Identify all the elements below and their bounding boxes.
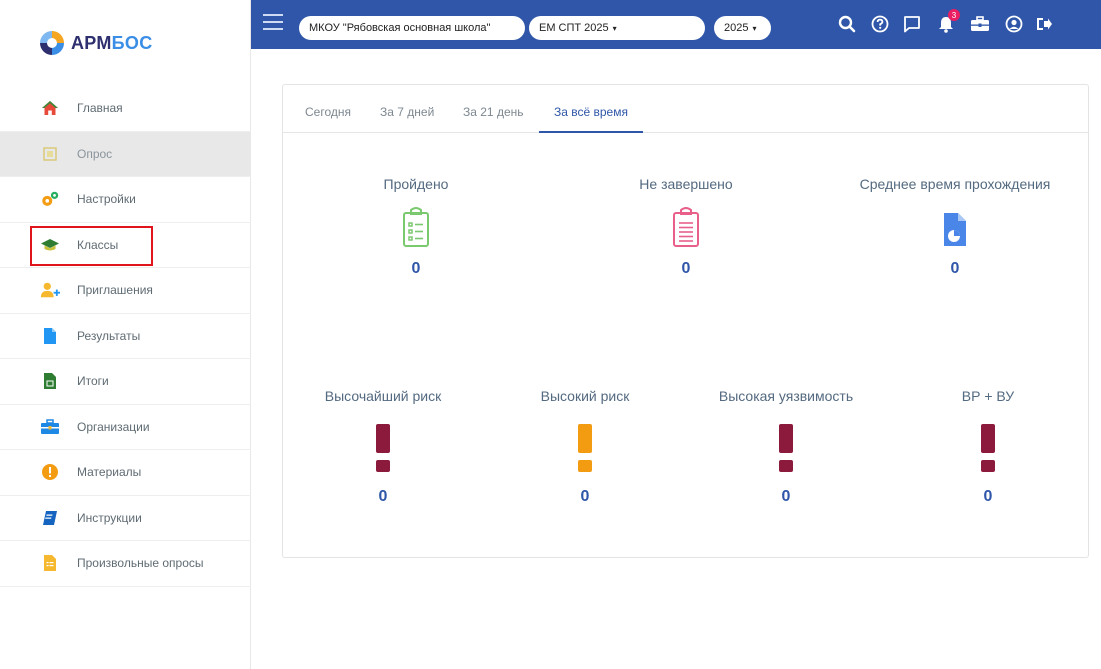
document-icon	[40, 326, 60, 346]
exclamation-icon	[293, 424, 473, 472]
stat-high-risk: Высокий риск 0	[495, 388, 675, 506]
logo-text-secondary: БОС	[111, 32, 153, 53]
sidebar-item-organizations[interactable]: Организации	[0, 405, 251, 450]
tab-today[interactable]: Сегодня	[305, 105, 351, 119]
stat-value: 0	[580, 488, 590, 505]
search-icon[interactable]	[836, 13, 858, 35]
logo-mark-icon	[37, 28, 67, 58]
stat-value: 0	[411, 260, 421, 277]
bell-icon[interactable]: 3	[935, 9, 960, 35]
sidebar-item-custom-surveys[interactable]: Произвольные опросы	[0, 541, 251, 587]
stat-value: 0	[781, 488, 791, 505]
sidebar-nav: Главная Опрос Настройки Классы Приглашен…	[0, 86, 251, 587]
exclamation-icon	[696, 424, 876, 472]
stat-title: Среднее время прохождения	[859, 176, 1051, 192]
survey-select-value: ЕМ СПТ 2025	[539, 22, 609, 34]
clipboard-check-icon	[316, 206, 516, 248]
exclamation-icon	[898, 424, 1078, 472]
stat-title: ВР + ВУ	[961, 388, 1015, 404]
exclamation-icon	[495, 424, 675, 472]
hamburger-menu-icon[interactable]	[263, 14, 283, 30]
top-bar: МКОУ "Рябовская основная школа" ЕМ СПТ 2…	[251, 0, 1101, 59]
book-icon	[40, 508, 60, 528]
year-select-value: 2025	[724, 22, 749, 34]
stat-title: Не завершено	[639, 176, 733, 192]
caret-down-icon: ▾	[612, 23, 617, 33]
stat-unfinished: Не завершено 0	[586, 176, 786, 278]
caret-down-icon: ▾	[752, 23, 757, 33]
graduation-cap-icon	[40, 235, 60, 255]
logo-text-primary: АРМ	[71, 32, 112, 53]
stat-average-time: Среднее время прохождения 0	[845, 176, 1065, 278]
alert-circle-icon	[40, 462, 60, 482]
sidebar-item-label: Главная	[77, 101, 123, 116]
clipboard-list-icon	[586, 206, 786, 248]
list-document-icon	[40, 553, 60, 573]
stat-value: 0	[950, 260, 960, 277]
survey-select[interactable]: ЕМ СПТ 2025 ▾	[529, 16, 705, 40]
chat-icon[interactable]	[901, 13, 923, 35]
spreadsheet-icon	[40, 371, 60, 391]
stat-title: Высочайший риск	[324, 388, 442, 404]
period-tabs: Сегодня За 7 дней За 21 день За всё врем…	[283, 85, 1088, 133]
survey-icon	[40, 144, 60, 164]
sidebar-item-label: Материалы	[77, 465, 142, 480]
stat-title: Высокий риск	[540, 388, 630, 404]
stat-value: 0	[378, 488, 388, 505]
stat-title: Высокая уязвимость	[718, 388, 854, 404]
organization-select[interactable]: МКОУ "Рябовская основная школа"	[299, 16, 525, 40]
sidebar-item-results[interactable]: Результаты	[0, 314, 251, 359]
sidebar-item-label: Приглашения	[77, 283, 153, 298]
stat-value: 0	[681, 260, 691, 277]
logout-icon[interactable]	[1033, 13, 1055, 35]
gears-icon	[40, 189, 60, 209]
sidebar-item-label: Организации	[77, 419, 150, 434]
active-tab-indicator	[539, 131, 643, 133]
year-select[interactable]: 2025 ▾	[714, 16, 771, 40]
sidebar-item-home[interactable]: Главная	[0, 86, 251, 132]
stat-high-vulnerability: Высокая уязвимость 0	[696, 388, 876, 506]
stat-value: 0	[983, 488, 993, 505]
sidebar-item-survey[interactable]: Опрос	[0, 131, 251, 177]
sidebar-item-materials[interactable]: Материалы	[0, 450, 251, 496]
sidebar-item-label: Настройки	[77, 192, 136, 207]
sidebar-item-label: Инструкции	[77, 510, 142, 525]
user-add-icon	[40, 280, 60, 300]
sidebar-item-classes[interactable]: Классы	[0, 223, 251, 268]
home-icon	[40, 98, 60, 118]
sidebar-item-label: Классы	[77, 237, 119, 252]
pie-document-icon	[845, 206, 1065, 248]
statistics-card: Сегодня За 7 дней За 21 день За всё врем…	[282, 84, 1089, 558]
briefcase-icon[interactable]	[969, 13, 991, 35]
tab-7-days[interactable]: За 7 дней	[380, 105, 434, 119]
logo[interactable]: АРМБОС	[37, 27, 153, 59]
sidebar-item-label: Произвольные опросы	[77, 556, 204, 571]
stat-risk-plus-vulnerability: ВР + ВУ 0	[898, 388, 1078, 506]
stat-completed: Пройдено 0	[316, 176, 516, 278]
stat-title: Пройдено	[383, 176, 449, 192]
notification-badge: 3	[948, 9, 960, 21]
tab-all-time[interactable]: За всё время	[554, 105, 628, 119]
sidebar-item-invitations[interactable]: Приглашения	[0, 268, 251, 314]
sidebar-item-instructions[interactable]: Инструкции	[0, 496, 251, 541]
help-icon[interactable]	[869, 13, 891, 35]
tab-21-days[interactable]: За 21 день	[463, 105, 524, 119]
stat-highest-risk: Высочайший риск 0	[293, 388, 473, 506]
sidebar-item-totals[interactable]: Итоги	[0, 359, 251, 405]
sidebar-item-label: Результаты	[77, 328, 141, 343]
sidebar-item-label: Итоги	[77, 374, 109, 389]
sidebar-item-label: Опрос	[77, 146, 113, 161]
account-icon[interactable]	[1003, 13, 1025, 35]
organization-select-value: МКОУ "Рябовская основная школа"	[309, 22, 491, 34]
sidebar-item-settings[interactable]: Настройки	[0, 177, 251, 223]
sidebar: АРМБОС Главная Опрос Настройки Классы Пр…	[0, 0, 251, 669]
briefcase-icon	[40, 417, 60, 437]
app-root: АРМБОС Главная Опрос Настройки Классы Пр…	[0, 0, 1101, 669]
